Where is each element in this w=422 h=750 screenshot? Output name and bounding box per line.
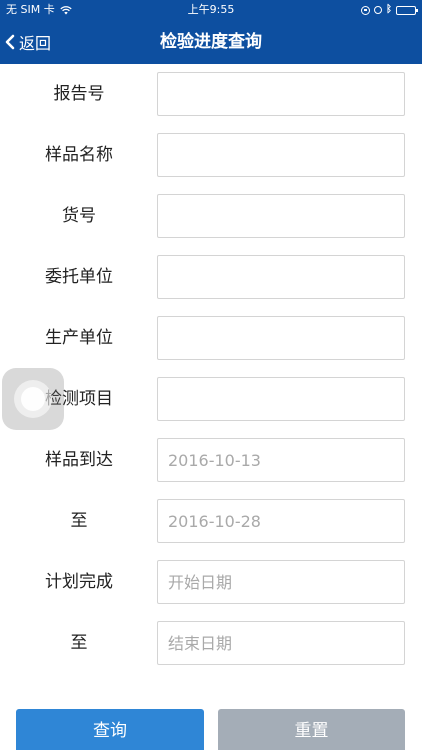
form-row-sample-name: 样品名称 [0,125,422,186]
chevron-left-icon [5,34,15,50]
client-unit-input[interactable] [157,255,405,299]
form-row-manufacturer-unit: 生产单位 [0,308,422,369]
sample-arrival-end-label: 至 [70,511,88,531]
sample-name-label: 样品名称 [45,145,113,165]
sample-name-input[interactable] [157,133,405,177]
sample-arrival-start-label: 样品到达 [45,450,113,470]
status-right: ᛒ [357,0,418,20]
item-number-label: 货号 [62,206,96,226]
query-form: 报告号样品名称货号委托单位生产单位检测项目样品到达至计划完成至 [0,64,422,674]
test-item-input[interactable] [157,377,405,421]
navigation-bar: 返回 检验进度查询 [0,20,422,64]
reset-button[interactable]: 重置 [218,709,405,750]
assistive-touch-dot [21,387,45,411]
manufacturer-unit-input[interactable] [157,316,405,360]
sample-arrival-start-input[interactable] [157,438,405,482]
battery-icon [396,5,418,15]
form-row-item-number: 货号 [0,186,422,247]
query-button[interactable]: 查询 [16,709,204,750]
form-row-plan-complete-end: 至 [0,613,422,674]
form-row-report-number: 报告号 [0,64,422,125]
back-button[interactable]: 返回 [4,20,51,64]
manufacturer-unit-label: 生产单位 [45,328,113,348]
form-row-sample-arrival-end: 至 [0,491,422,552]
report-number-label: 报告号 [53,84,105,104]
form-row-plan-complete-start: 计划完成 [0,552,422,613]
report-number-input[interactable] [157,72,405,116]
sample-arrival-end-input[interactable] [157,499,405,543]
form-row-sample-arrival-start: 样品到达 [0,430,422,491]
plan-complete-start-input[interactable] [157,560,405,604]
item-number-input[interactable] [157,194,405,238]
plan-complete-start-label: 计划完成 [45,572,113,592]
status-bar: 无 SIM 卡 上午9:55 ᛒ [0,0,422,20]
page-title: 检验进度查询 [160,32,262,52]
client-unit-label: 委托单位 [45,267,113,287]
form-row-client-unit: 委托单位 [0,247,422,308]
plan-complete-end-label: 至 [70,633,88,653]
app-screen: 无 SIM 卡 上午9:55 ᛒ 返回 检验进度查询 报告号样品名称货号委托单位… [0,0,422,750]
assistive-touch-button[interactable] [2,368,64,430]
rotation-lock-icon [361,5,370,15]
plan-complete-end-input[interactable] [157,621,405,665]
alarm-icon [374,6,382,14]
back-label: 返回 [19,34,52,53]
bluetooth-icon: ᛒ [386,4,392,15]
